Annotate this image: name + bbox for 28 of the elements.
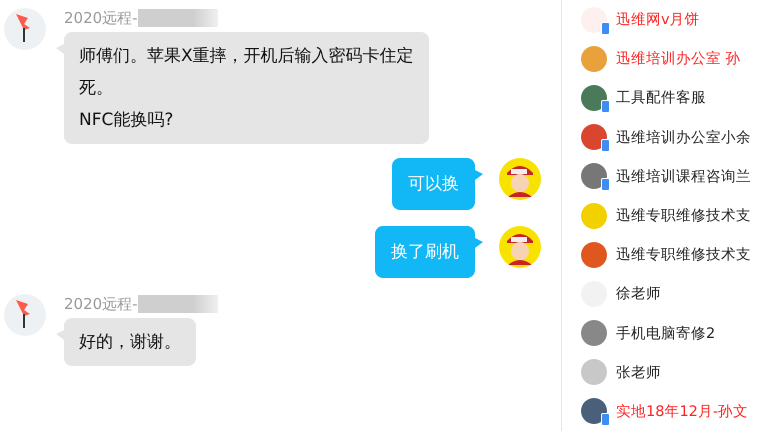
contact-name[interactable]: 张老师 xyxy=(616,362,661,382)
avatar-photo xyxy=(4,8,46,50)
contact-name[interactable]: 迅维培训课程咨询兰 xyxy=(616,166,751,186)
message-bubble: 换了刷机 xyxy=(375,226,475,278)
bubble-tail xyxy=(475,238,483,248)
phone-icon xyxy=(601,100,610,113)
contact-name[interactable]: 工具配件客服 xyxy=(616,88,706,108)
phone-icon xyxy=(601,139,610,152)
message-bubble: 师傅们。苹果X重摔，开机后输入密码卡住定 死。 NFC能换吗? xyxy=(64,32,429,144)
bubble-tail xyxy=(475,170,483,180)
contact-name[interactable]: 迅维专职维修技术支 xyxy=(616,245,751,264)
contact-name[interactable]: 手机电脑寄修2 xyxy=(616,324,716,343)
contact-name[interactable]: 徐老师 xyxy=(616,284,661,304)
contact-name[interactable]: 迅维专职维修技术支 xyxy=(616,206,751,226)
sender-name: 2020远程- xyxy=(64,294,138,314)
sender-name: 2020远程- xyxy=(64,8,138,28)
contact-name[interactable]: 迅维培训办公室小余 xyxy=(616,128,751,147)
avatar-photo xyxy=(4,294,46,336)
phone-icon xyxy=(601,178,610,192)
phone-icon xyxy=(601,22,610,35)
message-bubble: 可以换 xyxy=(392,158,475,210)
avatar-cartoon xyxy=(499,226,541,268)
contact-name[interactable]: 迅维网v月饼 xyxy=(616,10,700,30)
avatar-cartoon xyxy=(499,158,541,200)
message-bubble: 好的，谢谢。 xyxy=(64,318,196,366)
phone-icon xyxy=(601,413,610,426)
contact-name[interactable]: 迅维培训办公室 孙 xyxy=(616,49,741,68)
contact-name[interactable]: 实地18年12月-孙文 xyxy=(616,402,748,421)
